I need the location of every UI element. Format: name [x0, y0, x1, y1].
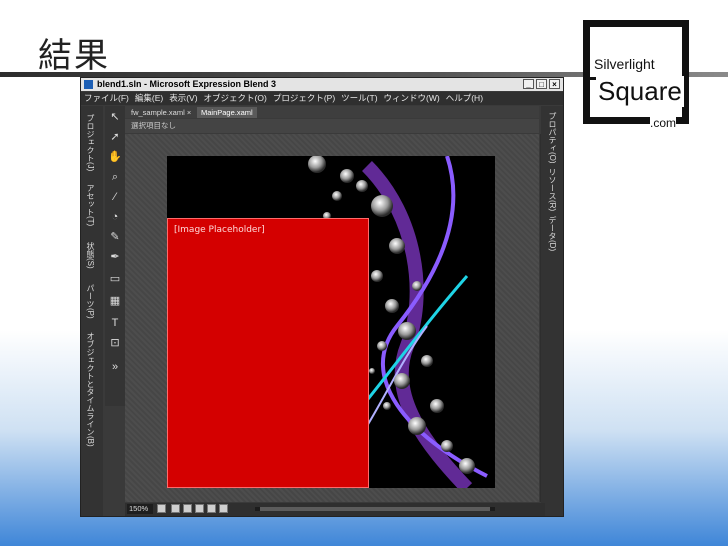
- zoom-dropdown-icon[interactable]: [157, 504, 166, 513]
- status-bar: 150%: [125, 503, 545, 516]
- zoom-level[interactable]: 150%: [127, 504, 153, 514]
- tab-mainpage[interactable]: MainPage.xaml: [197, 107, 257, 118]
- image-placeholder-label: [Image Placeholder]: [174, 225, 265, 235]
- paint-bucket-tool-icon[interactable]: ◔: [108, 210, 122, 224]
- tab-assets[interactable]: アセット(T): [85, 184, 96, 226]
- image-placeholder[interactable]: [Image Placeholder]: [167, 218, 369, 488]
- snap-grid-icon[interactable]: [195, 504, 204, 513]
- logo-silverlight-text: Silverlight: [594, 56, 655, 72]
- horizontal-scrollbar[interactable]: [255, 507, 495, 511]
- brush-transform-tool-icon[interactable]: ✎: [108, 230, 122, 244]
- menu-project[interactable]: プロジェクト(P): [273, 92, 335, 105]
- tab-projects[interactable]: プロジェクト(J): [85, 114, 96, 171]
- right-panel-tabs: プロパティ(O) リソース(R) データ(D): [541, 106, 563, 516]
- left-panel-tabs: プロジェクト(J) アセット(T) 状態(S) パーツ(P) オブジェクトとタイ…: [81, 106, 103, 516]
- pan-tool-icon[interactable]: ✋: [108, 150, 122, 164]
- menu-object[interactable]: オブジェクト(O): [204, 92, 267, 105]
- tab-fw-sample[interactable]: fw_sample.xaml ×: [127, 107, 195, 118]
- logo-square-text: Square: [596, 76, 684, 107]
- annotations-icon[interactable]: [219, 504, 228, 513]
- menu-help[interactable]: ヘルプ(H): [446, 92, 483, 105]
- logo-com-text: .com: [650, 116, 677, 130]
- snap-lines-icon[interactable]: [207, 504, 216, 513]
- blend-app-icon: [84, 80, 93, 89]
- menu-window[interactable]: ウィンドウ(W): [384, 92, 440, 105]
- textblock-tool-icon[interactable]: T: [108, 316, 122, 330]
- selection-tool-icon[interactable]: ↖: [108, 110, 122, 124]
- minimize-button[interactable]: _: [523, 79, 534, 89]
- zoom-tool-icon[interactable]: ⌕: [108, 170, 122, 184]
- menu-bar: ファイル(F) 編集(E) 表示(V) オブジェクト(O) プロジェクト(P) …: [81, 92, 563, 105]
- control-tool-icon[interactable]: ⊡: [108, 336, 122, 350]
- menu-view[interactable]: 表示(V): [169, 92, 197, 105]
- close-button[interactable]: ×: [549, 79, 560, 89]
- direct-selection-tool-icon[interactable]: ➚: [108, 130, 122, 144]
- logo-frame: [583, 20, 689, 124]
- eyedropper-tool-icon[interactable]: ⁄: [108, 190, 122, 204]
- breadcrumb: 選択項目なし: [125, 119, 539, 133]
- grid-tool-icon[interactable]: ▦: [108, 294, 122, 308]
- slide-title: 結果: [38, 36, 110, 76]
- toolbox: ↖ ➚ ✋ ⌕ ⁄ ◔ ✎ ✒ ▭ ▦ T ⊡ »: [105, 106, 125, 406]
- show-grid-icon[interactable]: [183, 504, 192, 513]
- window-titlebar[interactable]: blend1.sln - Microsoft Expression Blend …: [81, 78, 563, 91]
- maximize-button[interactable]: □: [536, 79, 547, 89]
- tab-resources[interactable]: リソース(R): [547, 168, 558, 211]
- tab-data[interactable]: データ(D): [547, 216, 558, 251]
- design-surface[interactable]: [Image Placeholder]: [125, 134, 539, 502]
- artboard[interactable]: [Image Placeholder]: [167, 156, 495, 488]
- window-title: blend1.sln - Microsoft Expression Blend …: [97, 79, 277, 89]
- tab-objects-timeline[interactable]: オブジェクトとタイムライン(B): [85, 332, 96, 447]
- tab-properties[interactable]: プロパティ(O): [547, 112, 558, 164]
- menu-tools[interactable]: ツール(T): [341, 92, 377, 105]
- asset-library-icon[interactable]: »: [108, 360, 122, 374]
- document-tabs: fw_sample.xaml × MainPage.xaml: [125, 106, 539, 118]
- menu-edit[interactable]: 編集(E): [135, 92, 163, 105]
- tab-states[interactable]: 状態(S): [85, 242, 96, 269]
- pen-tool-icon[interactable]: ✒: [108, 250, 122, 264]
- tab-parts[interactable]: パーツ(P): [85, 284, 96, 319]
- render-effects-icon[interactable]: [171, 504, 180, 513]
- blend-window: blend1.sln - Microsoft Expression Blend …: [80, 77, 564, 517]
- rectangle-tool-icon[interactable]: ▭: [108, 272, 122, 286]
- menu-file[interactable]: ファイル(F): [84, 92, 129, 105]
